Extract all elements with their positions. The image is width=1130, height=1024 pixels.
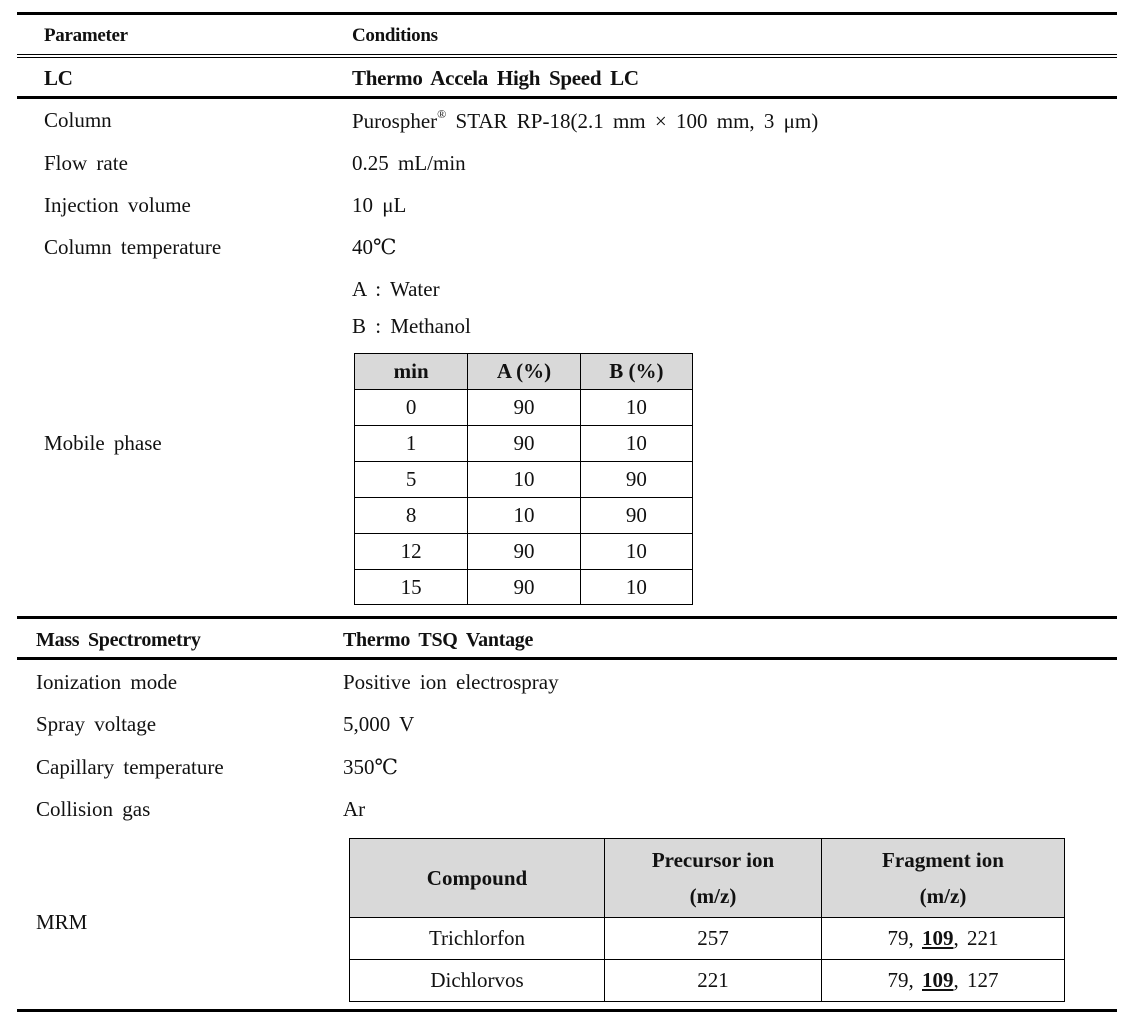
fragment-ion: , 221 — [953, 926, 999, 950]
mrm-row: Trichlorfon 257 79, 109, 221 — [349, 917, 1065, 960]
header-conditions: Conditions — [352, 25, 438, 46]
capillary-temperature-value: 350℃ — [343, 755, 398, 779]
gradient-col-a: A (%) — [467, 353, 581, 390]
gradient-col-b: B (%) — [579, 353, 694, 390]
mrm-header-row: Compound Precursor ion (m/z) Fragment io… — [349, 838, 1065, 918]
flow-rate-label: Flow rate — [44, 151, 128, 175]
header-double-rule-2 — [17, 57, 1117, 58]
gradient-table: min A (%) B (%) 0 90 10 1 90 10 5 10 90 … — [353, 353, 694, 605]
mrm-col-precursor-line2: (m/z) — [689, 884, 737, 908]
ms-section-label: Mass Spectrometry — [36, 629, 201, 651]
mrm-row: Dichlorvos 221 79, 109, 127 — [349, 959, 1065, 1002]
mrm-label: MRM — [36, 910, 88, 934]
gradient-cell-min: 5 — [353, 461, 469, 498]
fragment-ion: 79, — [887, 926, 922, 950]
gradient-cell-min: 0 — [353, 389, 469, 426]
gradient-cell-b: 90 — [579, 461, 694, 498]
ms-section-top-rule — [17, 616, 1117, 619]
gradient-cell-min: 15 — [353, 569, 469, 605]
spray-voltage-label: Spray voltage — [36, 712, 157, 736]
mrm-col-fragment: Fragment ion (m/z) — [821, 838, 1065, 918]
bottom-rule — [17, 1009, 1117, 1012]
column-value: Purospher® STAR RP-18(2.1 mm × 100 mm, 3… — [352, 107, 819, 133]
gradient-cell-b: 10 — [579, 389, 694, 426]
ms-instrument: Thermo TSQ Vantage — [343, 629, 534, 651]
quantifier-ion: 109 — [922, 926, 954, 950]
lc-section-label: LC — [44, 66, 73, 90]
spray-voltage-value: 5,000 V — [343, 712, 415, 736]
gradient-cell-b: 10 — [579, 533, 694, 570]
column-label: Column — [44, 108, 112, 132]
header-double-rule-1 — [17, 54, 1117, 55]
mrm-table: Compound Precursor ion (m/z) Fragment io… — [349, 838, 1065, 1002]
top-rule — [17, 12, 1117, 15]
fragment-ion: , 127 — [953, 968, 999, 992]
gradient-cell-min: 1 — [353, 425, 469, 462]
gradient-cell-a: 10 — [467, 497, 581, 534]
solvent-b: B : Methanol — [352, 314, 471, 338]
fragment-ion: 79, — [887, 968, 922, 992]
gradient-row: 12 90 10 — [353, 533, 694, 570]
lc-section-rule — [17, 96, 1117, 99]
mrm-col-fragment-line2: (m/z) — [919, 884, 967, 908]
mrm-cell-compound: Trichlorfon — [349, 917, 605, 960]
gradient-row: 5 10 90 — [353, 461, 694, 498]
gradient-cell-b: 10 — [579, 569, 694, 605]
gradient-cell-a: 90 — [467, 389, 581, 426]
mrm-col-precursor-line1: Precursor ion — [651, 848, 775, 872]
gradient-row: 0 90 10 — [353, 389, 694, 426]
lc-instrument: Thermo Accela High Speed LC — [352, 66, 639, 90]
ionization-mode-label: Ionization mode — [36, 670, 178, 694]
mrm-col-fragment-line1: Fragment ion — [882, 848, 1004, 872]
gradient-row: 1 90 10 — [353, 425, 694, 462]
solvent-a: A : Water — [352, 277, 440, 301]
mrm-cell-precursor: 257 — [604, 917, 822, 960]
gradient-cell-b: 90 — [579, 497, 694, 534]
gradient-cell-a: 90 — [467, 425, 581, 462]
gradient-col-min: min — [353, 353, 469, 390]
mobile-phase-label: Mobile phase — [44, 431, 162, 455]
column-value-spec: STAR RP-18(2.1 mm × 100 mm, 3 μm) — [446, 109, 819, 133]
column-temperature-label: Column temperature — [44, 235, 222, 259]
gradient-header-row: min A (%) B (%) — [353, 353, 694, 390]
gradient-cell-a: 90 — [467, 569, 581, 605]
column-temperature-value: 40℃ — [352, 235, 397, 259]
ionization-mode-value: Positive ion electrospray — [343, 670, 559, 694]
ms-section-rule — [17, 657, 1117, 660]
collision-gas-label: Collision gas — [36, 797, 151, 821]
gradient-cell-a: 90 — [467, 533, 581, 570]
collision-gas-value: Ar — [343, 797, 366, 821]
gradient-cell-b: 10 — [579, 425, 694, 462]
quantifier-ion: 109 — [922, 968, 954, 992]
mrm-cell-fragment: 79, 109, 127 — [821, 959, 1065, 1002]
flow-rate-value: 0.25 mL/min — [352, 151, 466, 175]
injection-volume-value: 10 μL — [352, 193, 407, 217]
gradient-cell-min: 8 — [353, 497, 469, 534]
gradient-row: 15 90 10 — [353, 569, 694, 605]
injection-volume-label: Injection volume — [44, 193, 191, 217]
mrm-cell-precursor: 221 — [604, 959, 822, 1002]
header-parameter: Parameter — [44, 25, 128, 46]
mrm-col-compound: Compound — [349, 838, 605, 918]
gradient-cell-min: 12 — [353, 533, 469, 570]
column-value-brand: Purospher — [352, 109, 438, 133]
mrm-cell-fragment: 79, 109, 221 — [821, 917, 1065, 960]
mrm-cell-compound: Dichlorvos — [349, 959, 605, 1002]
gradient-row: 8 10 90 — [353, 497, 694, 534]
gradient-cell-a: 10 — [467, 461, 581, 498]
capillary-temperature-label: Capillary temperature — [36, 755, 224, 779]
mrm-col-precursor: Precursor ion (m/z) — [604, 838, 822, 918]
registered-mark: ® — [437, 107, 447, 121]
